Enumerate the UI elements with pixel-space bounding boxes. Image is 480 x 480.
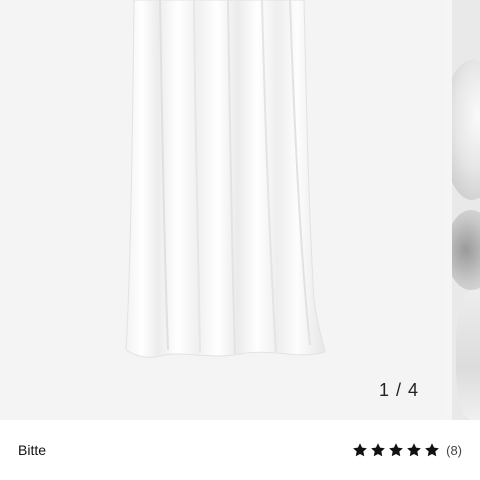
image-carousel[interactable]: 1 / 4: [0, 0, 480, 420]
star-icon: [353, 443, 367, 457]
page-indicator: 1 / 4: [378, 380, 420, 400]
product-image-slide[interactable]: 1 / 4: [0, 0, 443, 420]
star-icon: [389, 443, 403, 457]
product-screen: 1 / 4 Bitte (8): [0, 0, 480, 480]
star-icon: [371, 443, 385, 457]
brand-name[interactable]: Bitte: [18, 442, 46, 458]
star-icon: [407, 443, 421, 457]
star-icon: [425, 443, 439, 457]
next-image-preview[interactable]: [452, 0, 480, 420]
rating[interactable]: (8): [352, 442, 462, 458]
product-info-row: Bitte (8): [0, 420, 480, 480]
review-count: (8): [446, 442, 462, 458]
curtain-image: [125, 0, 326, 358]
